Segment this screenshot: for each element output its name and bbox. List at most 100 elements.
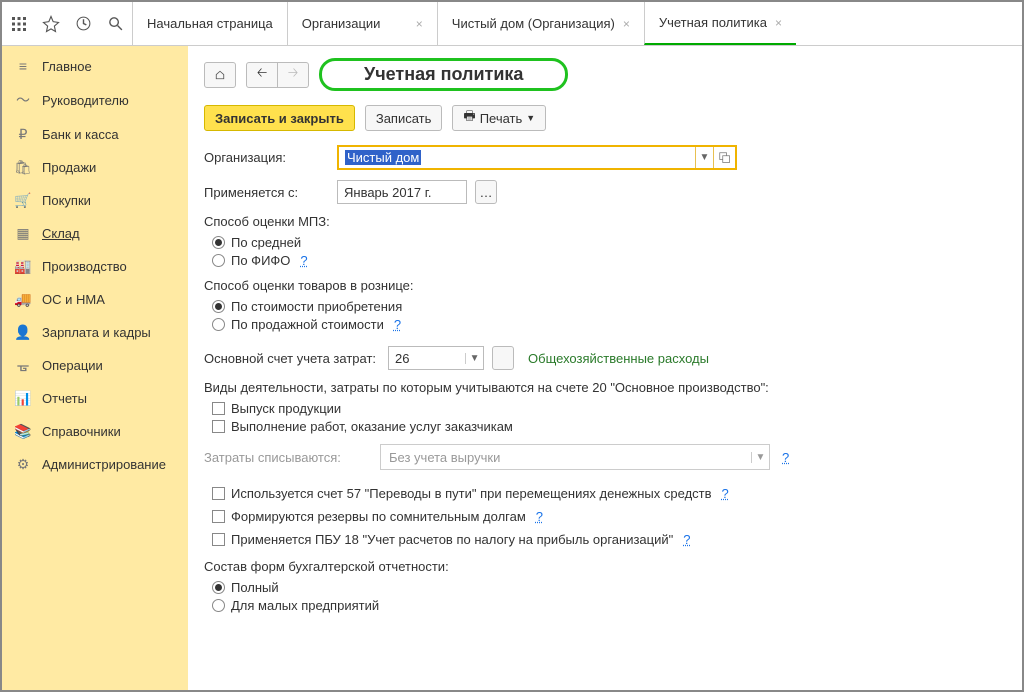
print-button[interactable]: 🖶 Печать ▼ bbox=[452, 105, 546, 131]
radio-reports-full[interactable] bbox=[212, 581, 225, 594]
check-label: Применяется ПБУ 18 "Учет расчетов по нал… bbox=[231, 532, 673, 547]
factory-icon: 🏭 bbox=[14, 258, 32, 275]
cost-account-value: 26 bbox=[389, 348, 465, 369]
open-ref-icon[interactable] bbox=[492, 346, 514, 370]
sidebar-item-references[interactable]: 📚Справочники bbox=[2, 415, 188, 448]
star-icon[interactable] bbox=[42, 15, 60, 33]
period-picker-button[interactable]: … bbox=[475, 180, 497, 204]
top-toolbar: Начальная страница Организации × Чистый … bbox=[2, 2, 1022, 46]
help-icon[interactable]: ? bbox=[722, 486, 729, 501]
tab-label: Чистый дом (Организация) bbox=[452, 16, 615, 31]
check-production[interactable] bbox=[212, 402, 225, 415]
sidebar-item-label: Справочники bbox=[42, 424, 121, 439]
radio-mpz-fifo[interactable] bbox=[212, 254, 225, 267]
radio-retail-cost[interactable] bbox=[212, 300, 225, 313]
sidebar-item-production[interactable]: 🏭 Производство bbox=[2, 250, 188, 283]
tab-home[interactable]: Начальная страница bbox=[132, 2, 287, 45]
sidebar-item-label: Операции bbox=[42, 358, 103, 373]
sidebar-item-salary[interactable]: 👤Зарплата и кадры bbox=[2, 316, 188, 349]
main-content: 🡠 🡢 Учетная политика Записать и закрыть … bbox=[188, 46, 1022, 690]
radio-label: По средней bbox=[231, 235, 301, 250]
help-icon[interactable]: ? bbox=[300, 253, 307, 268]
sidebar-item-sales[interactable]: 🛍 Продажи bbox=[2, 151, 188, 184]
home-button[interactable] bbox=[204, 62, 236, 88]
sidebar-item-bank[interactable]: ₽Банк и касса bbox=[2, 118, 188, 151]
dropdown-icon[interactable]: ▼ bbox=[751, 452, 769, 463]
radio-reports-small[interactable] bbox=[212, 599, 225, 612]
open-ref-icon[interactable] bbox=[713, 147, 735, 168]
radio-mpz-average[interactable] bbox=[212, 236, 225, 249]
search-icon[interactable] bbox=[106, 15, 124, 33]
organization-label: Организация: bbox=[204, 150, 329, 165]
radio-label: Для малых предприятий bbox=[231, 598, 379, 613]
writeoff-value: Без учета выручки bbox=[381, 447, 751, 468]
tab-accounting-policy[interactable]: Учетная политика × bbox=[644, 2, 796, 45]
printer-icon: 🖶 bbox=[463, 107, 475, 129]
activities-label: Виды деятельности, затраты по которым уч… bbox=[204, 380, 1006, 395]
check-label: Используется счет 57 "Переводы в пути" п… bbox=[231, 486, 712, 501]
radio-label: По ФИФО bbox=[231, 253, 290, 268]
close-icon[interactable]: × bbox=[775, 16, 782, 30]
tab-org-clean-house[interactable]: Чистый дом (Организация) × bbox=[437, 2, 644, 45]
close-icon[interactable]: × bbox=[623, 17, 630, 31]
sidebar-item-operations[interactable]: ᚗ Операции bbox=[2, 349, 188, 382]
tab-label: Начальная страница bbox=[147, 16, 273, 31]
organization-value: Чистый дом bbox=[345, 150, 421, 165]
sidebar-item-label: Продажи bbox=[42, 160, 96, 175]
sidebar-item-admin[interactable]: ⚙Администрирование bbox=[2, 448, 188, 481]
save-button[interactable]: Записать bbox=[365, 105, 443, 131]
sidebar-item-label: Руководителю bbox=[42, 93, 129, 108]
help-icon[interactable]: ? bbox=[782, 450, 789, 465]
reports-composition-label: Состав форм бухгалтерской отчетности: bbox=[204, 559, 1006, 574]
print-label: Печать bbox=[480, 111, 523, 126]
sidebar-item-reports[interactable]: 📊Отчеты bbox=[2, 382, 188, 415]
sidebar: ≡Главное 〜 Руководителю ₽Банк и касса 🛍 Пр… bbox=[2, 46, 188, 690]
applies-from-value: Январь 2017 г. bbox=[338, 182, 466, 203]
radio-retail-sale[interactable] bbox=[212, 318, 225, 331]
writeoff-label: Затраты списываются: bbox=[204, 450, 372, 465]
close-icon[interactable]: × bbox=[416, 17, 423, 31]
chart-icon: 〜 bbox=[14, 90, 32, 110]
sidebar-item-assets[interactable]: 🚚 ОС и НМА bbox=[2, 283, 188, 316]
dropdown-icon[interactable]: ▼ bbox=[695, 147, 713, 168]
tab-organizations[interactable]: Организации × bbox=[287, 2, 437, 45]
applies-from-input[interactable]: Январь 2017 г. bbox=[337, 180, 467, 204]
apps-icon[interactable] bbox=[10, 15, 28, 33]
sidebar-item-purchases[interactable]: 🛒Покупки bbox=[2, 184, 188, 217]
sidebar-item-manager[interactable]: 〜 Руководителю bbox=[2, 82, 188, 118]
tab-label: Учетная политика bbox=[659, 15, 767, 30]
check-services[interactable] bbox=[212, 420, 225, 433]
sidebar-item-main[interactable]: ≡Главное bbox=[2, 50, 188, 82]
organization-input[interactable]: Чистый дом ▼ bbox=[337, 145, 737, 170]
cart-icon: 🛒 bbox=[14, 192, 32, 209]
sidebar-item-warehouse[interactable]: ▦Склад bbox=[2, 217, 188, 250]
cost-account-input[interactable]: 26 ▼ bbox=[388, 346, 484, 370]
forward-button[interactable]: 🡢 bbox=[277, 62, 309, 88]
sidebar-item-label: Главное bbox=[42, 59, 92, 74]
bars-icon: 📊 bbox=[14, 390, 32, 407]
history-icon[interactable] bbox=[74, 15, 92, 33]
check-account-57[interactable] bbox=[212, 487, 225, 500]
applies-from-label: Применяется с: bbox=[204, 185, 329, 200]
chevron-down-icon: ▼ bbox=[526, 113, 535, 123]
sidebar-item-label: Зарплата и кадры bbox=[42, 325, 151, 340]
sidebar-item-label: ОС и НМА bbox=[42, 292, 105, 307]
ops-icon: ᚗ bbox=[14, 357, 32, 374]
check-pbu18[interactable] bbox=[212, 533, 225, 546]
dropdown-icon[interactable]: ▼ bbox=[465, 353, 483, 364]
back-button[interactable]: 🡠 bbox=[246, 62, 278, 88]
truck-icon: 🚚 bbox=[14, 291, 32, 308]
radio-label: По продажной стоимости bbox=[231, 317, 384, 332]
check-reserves[interactable] bbox=[212, 510, 225, 523]
help-icon[interactable]: ? bbox=[683, 532, 690, 547]
help-icon[interactable]: ? bbox=[394, 317, 401, 332]
sidebar-item-label: Производство bbox=[42, 259, 127, 274]
radio-label: По стоимости приобретения bbox=[231, 299, 402, 314]
help-icon[interactable]: ? bbox=[536, 509, 543, 524]
cost-account-hint: Общехозяйственные расходы bbox=[528, 351, 709, 366]
bag-icon: 🛍 bbox=[14, 159, 32, 176]
retail-method-label: Способ оценки товаров в рознице: bbox=[204, 278, 1006, 293]
writeoff-select[interactable]: Без учета выручки ▼ bbox=[380, 444, 770, 470]
save-and-close-button[interactable]: Записать и закрыть bbox=[204, 105, 355, 131]
page-title: Учетная политика bbox=[319, 58, 568, 91]
